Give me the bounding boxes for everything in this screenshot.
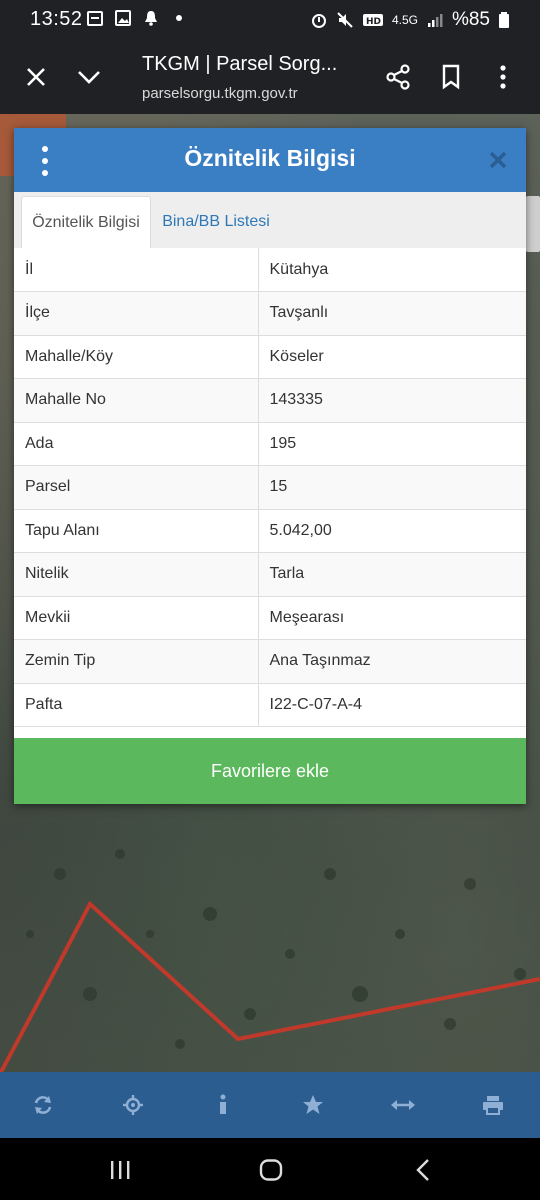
star-icon[interactable] <box>299 1091 327 1119</box>
dialog-header: Öznitelik Bilgisi <box>14 128 526 192</box>
signal-icon <box>427 14 443 27</box>
refresh-icon[interactable] <box>29 1091 57 1119</box>
dialog-tabs: Öznitelik Bilgisi Bina/BB Listesi <box>14 192 526 249</box>
more-vert-icon[interactable] <box>485 59 521 95</box>
table-row: Mahalle No 143335 <box>14 378 526 423</box>
chevron-down-icon[interactable] <box>71 59 107 95</box>
status-bar: 13:52 HD 4.5G %85 <box>0 0 540 40</box>
table-row: İl Kütahya <box>14 248 526 292</box>
attribute-dialog: Öznitelik Bilgisi Öznitelik Bilgisi Bina… <box>14 128 526 804</box>
row-key: İl <box>14 248 259 292</box>
row-value: Meşearası <box>258 596 526 640</box>
print-icon[interactable] <box>479 1091 507 1119</box>
parcel-boundary <box>0 900 540 1072</box>
row-value: Kütahya <box>258 248 526 292</box>
svg-text:HD: HD <box>366 17 381 27</box>
measure-icon[interactable] <box>389 1091 417 1119</box>
page-title: TKGM | Parsel Sorg... <box>142 53 338 75</box>
dialog-title: Öznitelik Bilgisi <box>184 145 356 171</box>
tab-building-list[interactable]: Bina/BB Listesi <box>160 196 272 248</box>
add-favorite-button[interactable]: Favorilere ekle <box>14 738 526 804</box>
dialog-close-icon[interactable] <box>484 146 512 174</box>
row-value: 195 <box>258 422 526 466</box>
table-row: Nitelik Tarla <box>14 552 526 597</box>
map-toolbar <box>0 1072 540 1138</box>
system-nav-bar <box>0 1138 540 1200</box>
table-row: Zemin Tip Ana Taşınmaz <box>14 639 526 684</box>
row-value: Tarla <box>258 552 526 597</box>
table-row: Tapu Alanı 5.042,00 <box>14 509 526 553</box>
browser-toolbar: TKGM | Parsel Sorg... parselsorgu.tkgm.g… <box>0 40 540 114</box>
close-icon[interactable] <box>18 59 54 95</box>
network-type: 4.5G <box>391 13 418 27</box>
row-key: Mevkii <box>14 596 259 640</box>
mute-icon <box>337 12 353 28</box>
tab-attributes[interactable]: Öznitelik Bilgisi <box>21 196 151 249</box>
alarm-icon <box>311 14 326 28</box>
row-key: Zemin Tip <box>14 639 259 684</box>
row-value: Ana Taşınmaz <box>258 639 526 684</box>
row-value: I22-C-07-A-4 <box>258 683 526 727</box>
row-key: Nitelik <box>14 552 259 597</box>
row-key: Ada <box>14 422 259 466</box>
share-icon[interactable] <box>380 59 416 95</box>
locate-icon[interactable] <box>119 1091 147 1119</box>
page-url[interactable]: parselsorgu.tkgm.gov.tr <box>142 85 298 102</box>
gallery-icon <box>115 10 131 26</box>
row-key: Parsel <box>14 465 259 510</box>
row-key: Tapu Alanı <box>14 509 259 553</box>
row-key: Mahalle/Köy <box>14 335 259 379</box>
status-time: 13:52 <box>30 8 83 30</box>
table-row: Parsel 15 <box>14 465 526 510</box>
row-value: 5.042,00 <box>258 509 526 553</box>
row-value: Tavşanlı <box>258 291 526 336</box>
table-row: Ada 195 <box>14 422 526 466</box>
bookmark-icon[interactable] <box>433 59 469 95</box>
recent-apps-icon[interactable] <box>105 1156 135 1184</box>
row-value: Köseler <box>258 335 526 379</box>
row-key: İlçe <box>14 291 259 336</box>
table-row: Pafta I22-C-07-A-4 <box>14 683 526 727</box>
row-key: Mahalle No <box>14 378 259 423</box>
hd-voice-icon: HD <box>362 14 383 27</box>
attribute-table: İl Kütahya İlçe Tavşanlı Mahalle/Köy Kösele… <box>14 248 526 727</box>
battery-percent: %85 <box>451 9 490 30</box>
back-icon[interactable] <box>408 1156 438 1184</box>
row-value: 15 <box>258 465 526 510</box>
row-key: Pafta <box>14 683 259 727</box>
table-row: İlçe Tavşanlı <box>14 291 526 336</box>
notification-bell-icon <box>145 11 157 26</box>
info-icon[interactable] <box>209 1091 237 1119</box>
dot-icon <box>176 15 182 21</box>
calendar-icon <box>87 11 103 26</box>
home-icon[interactable] <box>256 1156 286 1184</box>
table-row: Mahalle/Köy Köseler <box>14 335 526 379</box>
battery-icon <box>499 12 509 28</box>
row-value: 143335 <box>258 378 526 423</box>
table-row: Mevkii Meşearası <box>14 596 526 640</box>
